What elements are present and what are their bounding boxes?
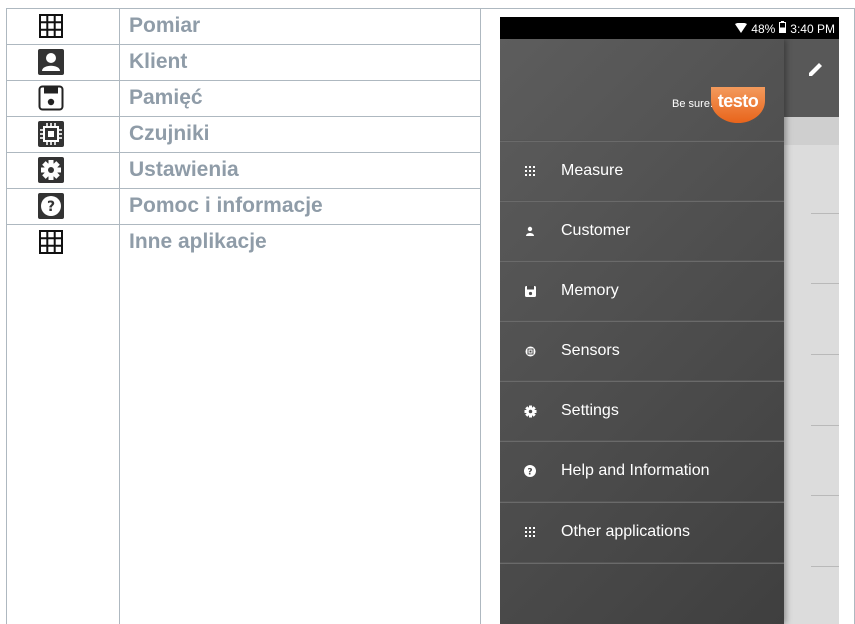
gear-icon xyxy=(523,404,537,418)
person-icon xyxy=(523,224,537,238)
menu-item-sensors[interactable]: Sensors xyxy=(500,322,784,380)
drawer-header: Be sure. testo xyxy=(500,39,784,140)
legend-row-memory: Pamięć xyxy=(6,80,480,116)
menu-item-help[interactable]: ? Help and Information xyxy=(500,442,784,500)
battery-level: 48% xyxy=(751,21,776,36)
list-divider xyxy=(811,566,839,567)
menu-item-label: Sensors xyxy=(561,342,620,359)
legend-label: Pamięć xyxy=(129,86,203,109)
brand-name: testo xyxy=(717,91,759,111)
chip-icon xyxy=(38,121,64,147)
legend-row-measure: Pomiar xyxy=(6,8,480,44)
menu-item-label: Other applications xyxy=(561,523,690,540)
navigation-drawer: Be sure. testo Measure Customer Memory S… xyxy=(500,39,784,624)
clock: 3:40 PM xyxy=(790,21,835,36)
gear-icon xyxy=(38,157,64,183)
battery-icon xyxy=(779,21,787,36)
dots-grid-icon xyxy=(523,525,537,539)
menu-divider xyxy=(500,562,784,564)
help-icon: ? xyxy=(38,193,64,219)
menu-item-label: Measure xyxy=(561,162,624,179)
legend-label: Czujniki xyxy=(129,122,210,145)
legend-label: Pomiar xyxy=(129,14,201,37)
menu-item-label: Help and Information xyxy=(561,462,710,479)
menu-item-other-applications[interactable]: Other applications xyxy=(500,503,784,561)
app-list xyxy=(784,145,839,624)
phone-screenshot: 48% 3:40 PM Be sure. testo Measure Custo… xyxy=(500,17,839,624)
sensor-icon xyxy=(523,344,537,358)
floppy-disk-icon xyxy=(38,85,64,111)
legend-row-sensors: Czujniki xyxy=(6,116,480,152)
list-divider xyxy=(811,354,839,355)
legend-row-settings: Ustawienia xyxy=(6,152,480,188)
list-divider xyxy=(811,425,839,426)
list-divider xyxy=(811,495,839,496)
floppy-disk-icon xyxy=(523,284,537,298)
menu-item-customer[interactable]: Customer xyxy=(500,202,784,260)
menu-item-memory[interactable]: Memory xyxy=(500,262,784,320)
legend-row-customer: Klient xyxy=(6,44,480,80)
list-divider xyxy=(811,283,839,284)
wifi-icon xyxy=(735,22,748,36)
pencil-icon[interactable] xyxy=(806,59,826,79)
legend-label: Ustawienia xyxy=(129,158,239,181)
legend-row-help: ? Pomoc i informacje xyxy=(6,188,480,224)
status-bar: 48% 3:40 PM xyxy=(500,17,839,39)
brand-tagline: Be sure. xyxy=(672,98,713,110)
list-divider xyxy=(811,213,839,214)
legend-label: Pomoc i informacje xyxy=(129,194,323,217)
menu-item-label: Memory xyxy=(561,282,619,299)
menu-item-measure[interactable]: Measure xyxy=(500,142,784,200)
legend-label: Inne aplikacje xyxy=(129,230,267,253)
svg-text:?: ? xyxy=(47,199,55,215)
grid-icon xyxy=(38,13,64,39)
help-icon: ? xyxy=(523,464,537,478)
menu-item-label: Settings xyxy=(561,402,619,419)
legend-row-other-apps: Inne aplikacje xyxy=(6,224,480,260)
dots-grid-icon xyxy=(523,164,537,178)
legend-label: Klient xyxy=(129,50,188,73)
grid-icon xyxy=(38,229,64,255)
menu-item-settings[interactable]: Settings xyxy=(500,382,784,440)
person-icon xyxy=(38,49,64,75)
testo-logo: testo xyxy=(711,87,765,123)
menu-item-label: Customer xyxy=(561,222,631,239)
table-border xyxy=(480,8,481,624)
app-subheader xyxy=(784,117,839,145)
svg-text:?: ? xyxy=(527,468,532,478)
